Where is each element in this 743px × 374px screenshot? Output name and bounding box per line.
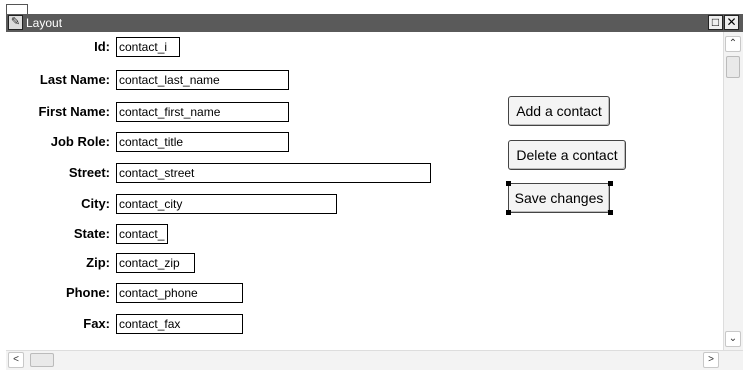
zip-field[interactable]: contact_zip — [116, 253, 195, 273]
window-frame-top — [0, 0, 743, 15]
delete-contact-button[interactable]: Delete a contact — [508, 140, 626, 170]
horizontal-scroll-thumb[interactable] — [30, 353, 54, 367]
id-label: Id: — [94, 39, 110, 54]
last-name-field[interactable]: contact_last_name — [116, 70, 289, 90]
selection-handle-top-left[interactable] — [506, 181, 511, 186]
id-field[interactable]: contact_i — [116, 37, 180, 57]
city-label: City: — [81, 196, 110, 211]
selection-handle-bottom-right[interactable] — [608, 210, 613, 215]
first-name-label: First Name: — [38, 104, 110, 119]
phone-field[interactable]: contact_phone — [116, 283, 243, 303]
state-field[interactable]: contact_ — [116, 224, 168, 244]
fax-field[interactable]: contact_fax — [116, 314, 243, 334]
selection-handle-bottom-left[interactable] — [506, 210, 511, 215]
scroll-down-arrow[interactable]: ⌄ — [725, 331, 741, 347]
vertical-scroll-thumb[interactable] — [726, 56, 740, 78]
vertical-scrollbar[interactable]: ⌃ ⌄ — [723, 32, 743, 350]
selection-handle-top-right[interactable] — [608, 181, 613, 186]
job-role-field[interactable]: contact_title — [116, 132, 289, 152]
phone-label: Phone: — [65, 285, 110, 300]
scroll-left-arrow[interactable]: < — [8, 352, 24, 368]
save-changes-button[interactable]: Save changes — [508, 183, 610, 213]
fax-label: Fax: — [83, 316, 110, 331]
scroll-up-arrow[interactable]: ⌃ — [725, 36, 741, 52]
form-layout-icon[interactable]: ✎ — [8, 15, 23, 30]
horizontal-scrollbar[interactable]: < > — [6, 350, 743, 370]
restore-button[interactable]: □ — [708, 15, 723, 30]
close-button[interactable]: ✕ — [724, 15, 739, 30]
job-role-label: Job Role: — [50, 134, 110, 149]
street-field[interactable]: contact_street — [116, 163, 431, 183]
zip-label: Zip: — [86, 255, 110, 270]
title-bar[interactable]: ✎ Layout □ ✕ — [6, 14, 743, 32]
first-name-field[interactable]: contact_first_name — [116, 102, 289, 122]
window-title: Layout — [26, 16, 63, 30]
street-label: Street: — [68, 165, 110, 180]
last-name-label: Last Name: — [39, 72, 110, 87]
city-field[interactable]: contact_city — [116, 194, 337, 214]
form-canvas: Id: contact_i Last Name: contact_last_na… — [6, 32, 723, 350]
add-contact-button[interactable]: Add a contact — [508, 96, 610, 126]
scroll-right-arrow[interactable]: > — [703, 352, 719, 368]
state-label: State: — [73, 226, 110, 241]
